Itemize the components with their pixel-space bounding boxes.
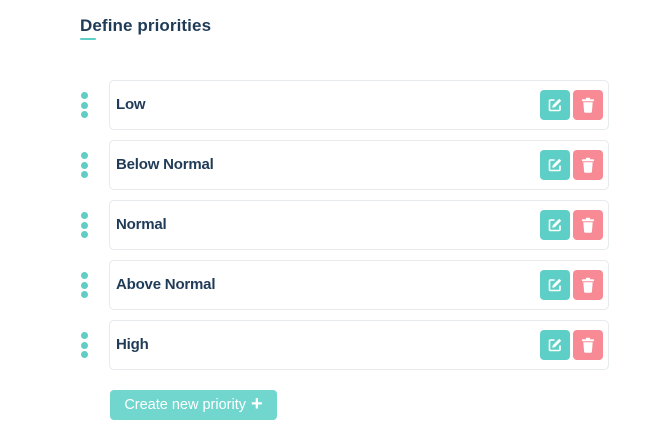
drag-handle-icon[interactable] xyxy=(80,212,88,238)
create-priority-label: Create new priority xyxy=(124,397,246,413)
trash-icon xyxy=(582,217,594,233)
edit-button[interactable] xyxy=(540,210,570,240)
edit-button[interactable] xyxy=(540,90,570,120)
drag-handle-icon[interactable] xyxy=(80,332,88,358)
priority-label: Low xyxy=(116,96,146,113)
drag-handle-icon[interactable] xyxy=(80,152,88,178)
edit-icon xyxy=(548,158,562,172)
title-underline xyxy=(80,38,96,40)
priority-card: Normal xyxy=(109,200,609,250)
priority-card: High xyxy=(109,320,609,370)
priority-row-above-normal: Above Normal xyxy=(78,260,610,310)
delete-button[interactable] xyxy=(573,150,603,180)
trash-icon xyxy=(582,97,594,113)
delete-button[interactable] xyxy=(573,330,603,360)
priority-row-below-normal: Below Normal xyxy=(78,140,610,190)
priority-label: Normal xyxy=(116,216,167,233)
edit-button[interactable] xyxy=(540,330,570,360)
priority-row-normal: Normal xyxy=(78,200,610,250)
priority-label: Below Normal xyxy=(116,156,214,173)
drag-handle-icon[interactable] xyxy=(80,272,88,298)
create-priority-button[interactable]: Create new priority + xyxy=(110,390,277,420)
priority-card: Below Normal xyxy=(109,140,609,190)
edit-icon xyxy=(548,338,562,352)
edit-button[interactable] xyxy=(540,270,570,300)
delete-button[interactable] xyxy=(573,90,603,120)
priority-label: Above Normal xyxy=(116,276,216,293)
priority-card: Above Normal xyxy=(109,260,609,310)
drag-handle-icon[interactable] xyxy=(80,92,88,118)
priority-row-high: High xyxy=(78,320,610,370)
plus-icon: + xyxy=(251,393,263,415)
delete-button[interactable] xyxy=(573,270,603,300)
priority-card: Low xyxy=(109,80,609,130)
edit-icon xyxy=(548,218,562,232)
page-title: Define priorities xyxy=(80,16,212,35)
priority-label: High xyxy=(116,336,149,353)
priority-row-low: Low xyxy=(78,80,610,130)
edit-icon xyxy=(548,98,562,112)
trash-icon xyxy=(582,157,594,173)
trash-icon xyxy=(582,337,594,353)
delete-button[interactable] xyxy=(573,210,603,240)
edit-icon xyxy=(548,278,562,292)
edit-button[interactable] xyxy=(540,150,570,180)
trash-icon xyxy=(582,277,594,293)
